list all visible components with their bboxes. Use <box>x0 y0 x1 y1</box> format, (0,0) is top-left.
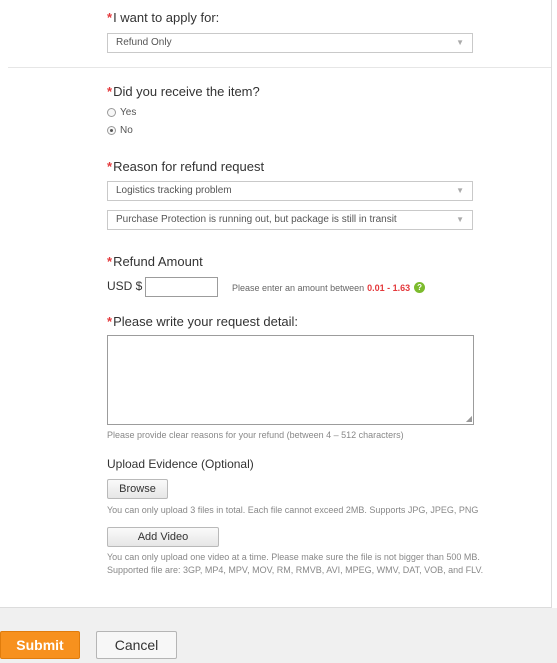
received-no-option[interactable]: No <box>107 125 133 136</box>
reason-label: *Reason for refund request <box>107 159 265 174</box>
refund-form-panel: *I want to apply for: Refund Only ▼ *Did… <box>0 0 552 608</box>
request-detail-textarea[interactable]: ◢ <box>107 335 474 425</box>
reason-primary-select[interactable]: Logistics tracking problem ▼ <box>107 181 473 201</box>
amount-hint: Please enter an amount between 0.01 - 1.… <box>232 282 426 293</box>
radio-no[interactable] <box>107 126 116 135</box>
request-detail-label: *Please write your request detail: <box>107 314 299 329</box>
chevron-down-icon: ▼ <box>456 215 464 224</box>
video-note: You can only upload one video at a time.… <box>107 552 484 575</box>
amount-range: 0.01 - 1.63 <box>367 282 411 293</box>
add-video-button[interactable]: Add Video <box>107 527 219 547</box>
received-item-label: *Did you receive the item? <box>107 84 260 99</box>
section-divider <box>8 67 551 68</box>
browse-button[interactable]: Browse <box>107 479 168 499</box>
required-mark: * <box>107 10 113 25</box>
help-icon[interactable]: ? <box>414 282 426 293</box>
currency-label: USD $ <box>107 279 143 293</box>
refund-amount-input[interactable] <box>145 277 218 297</box>
resize-grip-icon[interactable]: ◢ <box>466 415 472 423</box>
reason-secondary-select[interactable]: Purchase Protection is running out, but … <box>107 210 473 230</box>
refund-amount-label: *Refund Amount <box>107 254 203 269</box>
chevron-down-icon: ▼ <box>456 38 464 47</box>
required-mark: * <box>107 84 113 99</box>
radio-yes[interactable] <box>107 108 116 117</box>
chevron-down-icon: ▼ <box>456 186 464 195</box>
received-yes-option[interactable]: Yes <box>107 107 136 118</box>
form-footer <box>0 608 557 663</box>
apply-for-label: *I want to apply for: <box>107 10 220 25</box>
required-mark: * <box>107 314 113 329</box>
apply-for-select[interactable]: Refund Only ▼ <box>107 33 473 53</box>
required-mark: * <box>107 159 113 174</box>
cancel-button[interactable]: Cancel <box>96 631 177 659</box>
required-mark: * <box>107 254 113 269</box>
browse-note: You can only upload 3 files in total. Ea… <box>107 505 479 515</box>
upload-evidence-label: Upload Evidence (Optional) <box>107 457 254 471</box>
submit-button[interactable]: Submit <box>0 631 80 659</box>
request-detail-note: Please provide clear reasons for your re… <box>107 430 404 440</box>
